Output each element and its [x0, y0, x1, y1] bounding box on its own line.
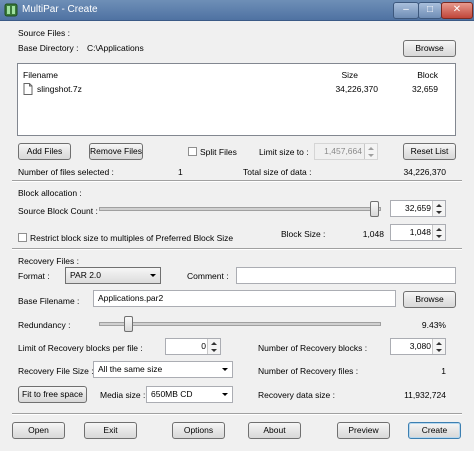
- comment-label: Comment :: [187, 271, 229, 281]
- spin-up-icon: [436, 228, 442, 231]
- reset-list-button[interactable]: Reset List: [403, 143, 456, 160]
- limit-blocks-field[interactable]: 0: [165, 338, 221, 355]
- preview-button[interactable]: Preview: [337, 422, 390, 439]
- redundancy-value: 9.43%: [421, 320, 446, 330]
- limit-size-spinner[interactable]: [364, 144, 377, 159]
- minimize-button[interactable]: –: [393, 2, 419, 19]
- window-title: MultiPar - Create: [22, 4, 98, 15]
- source-file-list[interactable]: Filename Size Block slingshot.7z 34,226,…: [17, 63, 456, 136]
- recovery-data-size-label: Recovery data size :: [258, 390, 336, 400]
- file-name-cell: slingshot.7z: [37, 84, 82, 94]
- redundancy-label: Redundancy :: [18, 320, 71, 330]
- recovery-file-size-dropdown[interactable]: All the same size: [93, 361, 233, 378]
- restrict-block-checkbox[interactable]: [18, 233, 27, 242]
- base-directory-field[interactable]: C:\Applications: [82, 39, 394, 56]
- recovery-browse-button[interactable]: Browse: [403, 291, 456, 308]
- spin-down-icon: [436, 235, 442, 238]
- format-label: Format :: [18, 271, 50, 281]
- source-block-spinner[interactable]: [432, 201, 445, 216]
- maximize-button[interactable]: □: [418, 2, 442, 19]
- limit-blocks-label: Limit of Recovery blocks per file :: [18, 343, 143, 353]
- spin-down-icon: [211, 349, 217, 352]
- add-files-button[interactable]: Add Files: [18, 143, 71, 160]
- chevron-down-icon: [222, 393, 228, 396]
- close-button[interactable]: ✕: [441, 2, 473, 19]
- exit-button[interactable]: Exit: [84, 422, 137, 439]
- spin-up-icon: [436, 204, 442, 207]
- block-size-spinner[interactable]: [432, 225, 445, 240]
- spin-up-icon: [211, 342, 217, 345]
- chevron-down-icon: [222, 368, 228, 371]
- num-files-label: Number of files selected :: [18, 167, 114, 177]
- recovery-blocks-spinner[interactable]: [432, 339, 445, 354]
- chevron-down-icon: [150, 274, 156, 277]
- limit-size-label: Limit size to :: [259, 147, 309, 157]
- base-filename-field[interactable]: Applications.par2: [93, 290, 396, 307]
- create-button[interactable]: Create: [408, 422, 461, 439]
- col-size-header[interactable]: Size: [318, 70, 358, 80]
- remove-files-button[interactable]: Remove Files: [89, 143, 143, 160]
- restrict-block-label: Restrict block size to multiples of Pref…: [30, 233, 234, 243]
- num-recovery-blocks-field[interactable]: 3,080: [390, 338, 446, 355]
- fit-to-free-space-button[interactable]: Fit to free space: [18, 386, 87, 403]
- options-button[interactable]: Options: [172, 422, 225, 439]
- recovery-files-label: Recovery Files :: [18, 256, 79, 266]
- spin-up-icon: [368, 147, 374, 150]
- media-size-dropdown[interactable]: 650MB CD: [146, 386, 233, 403]
- split-files-label: Split Files: [200, 147, 237, 157]
- total-size-value: 34,226,370: [403, 167, 446, 177]
- source-block-slider-track: [99, 207, 381, 211]
- source-files-label: Source Files :: [18, 28, 70, 38]
- num-recovery-blocks-label: Number of Recovery blocks :: [258, 343, 368, 353]
- recovery-data-size-value: 11,932,724: [404, 390, 446, 400]
- file-icon: [23, 83, 33, 95]
- num-files-value: 1: [178, 167, 183, 177]
- source-browse-button[interactable]: Browse: [403, 40, 456, 57]
- about-button[interactable]: About: [248, 422, 301, 439]
- split-files-checkbox[interactable]: [188, 147, 197, 156]
- file-size-cell: 34,226,370: [335, 84, 378, 94]
- block-allocation-label: Block allocation :: [18, 188, 82, 198]
- base-filename-label: Base Filename :: [18, 296, 80, 306]
- comment-field[interactable]: [236, 267, 456, 284]
- redundancy-slider[interactable]: [97, 314, 383, 334]
- block-size-label: Block Size :: [281, 229, 326, 239]
- source-block-slider-thumb[interactable]: [370, 201, 379, 217]
- block-size-field[interactable]: 1,048: [390, 224, 446, 241]
- total-size-label: Total size of data :: [243, 167, 312, 177]
- source-divider: [12, 180, 462, 182]
- bottom-divider: [12, 413, 462, 415]
- spin-down-icon: [436, 349, 442, 352]
- redundancy-slider-thumb[interactable]: [124, 316, 133, 332]
- block-divider: [12, 248, 462, 250]
- multipar-app-icon: [4, 3, 18, 17]
- spin-up-icon: [436, 342, 442, 345]
- source-block-count-field[interactable]: 32,659: [390, 200, 446, 217]
- recovery-file-size-label: Recovery File Size :: [18, 366, 94, 376]
- media-size-label: Media size :: [100, 390, 146, 400]
- block-size-text: 1,048: [362, 229, 384, 239]
- num-recovery-files-value: 1: [441, 366, 446, 376]
- source-block-slider[interactable]: [97, 199, 383, 219]
- table-row[interactable]: slingshot.7z 34,226,370 32,659: [20, 82, 453, 96]
- num-recovery-files-label: Number of Recovery files :: [258, 366, 359, 376]
- spin-down-icon: [368, 154, 374, 157]
- col-filename-header[interactable]: Filename: [23, 70, 58, 80]
- source-block-count-label: Source Block Count :: [18, 206, 98, 216]
- redundancy-slider-track: [99, 322, 381, 326]
- multipar-create-window: MultiPar - Create – □ ✕ Source Files : B…: [0, 0, 474, 451]
- base-directory-label: Base Directory :: [18, 43, 79, 53]
- limit-size-field[interactable]: 1,457,664: [314, 143, 378, 160]
- format-dropdown[interactable]: PAR 2.0: [65, 267, 161, 284]
- title-bar: MultiPar - Create – □ ✕: [0, 0, 474, 21]
- spin-down-icon: [436, 211, 442, 214]
- file-block-cell: 32,659: [412, 84, 438, 94]
- col-block-header[interactable]: Block: [398, 70, 438, 80]
- open-button[interactable]: Open: [12, 422, 65, 439]
- limit-blocks-spinner[interactable]: [207, 339, 220, 354]
